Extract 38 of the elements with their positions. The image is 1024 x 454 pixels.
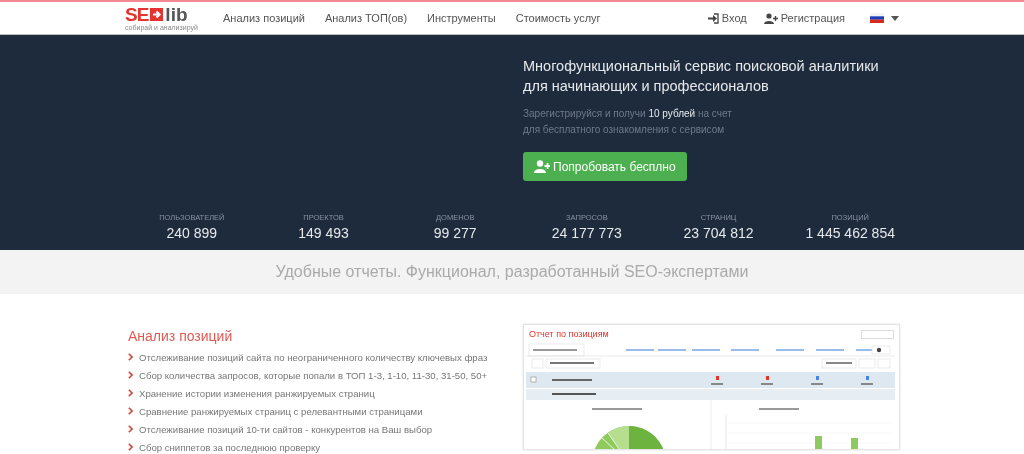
chevron-icon bbox=[128, 371, 133, 379]
hero-subtitle: Зарегистрируйся и получи 10 рублей на счет bbox=[523, 107, 733, 121]
feature-item: Отслеживание позиций сайта по неограниченного количеству ключевых фраз bbox=[139, 351, 488, 363]
logo-mark-icon bbox=[148, 6, 166, 23]
user-plus-icon bbox=[763, 12, 778, 24]
stat-value: 240 899 bbox=[165, 225, 219, 241]
chevron-icon bbox=[128, 389, 133, 397]
login-link[interactable]: Вход bbox=[706, 12, 747, 24]
nav-link[interactable]: Стоимость услуг bbox=[515, 12, 601, 24]
stat-value: 99 277 bbox=[432, 225, 478, 241]
user-plus-icon bbox=[534, 160, 550, 173]
section-heading: Удобные отчеты. Функционал, разработанный SEO-экспертами bbox=[275, 263, 749, 281]
feature-item: Отслеживание позиций 10-ти сайтов - конкурентов на Ваш выбор bbox=[139, 423, 433, 435]
stat-value: 24 177 773 bbox=[550, 225, 623, 241]
nav-link[interactable]: Анализ ТОП(ов) bbox=[324, 12, 408, 24]
hero-subtitle: для бесплатного ознакомления с сервисом bbox=[523, 123, 726, 137]
stat-value: 149 493 bbox=[297, 225, 350, 241]
stat-value: 23 704 812 bbox=[682, 225, 755, 241]
feature-item: Сравнение ранжируемых страниц с релевантными страницами bbox=[139, 405, 423, 417]
nav-link[interactable]: Инструменты bbox=[427, 12, 496, 24]
chevron-icon bbox=[128, 353, 133, 361]
feature-title: Анализ позиций bbox=[128, 328, 234, 344]
stat-value: 1 445 462 854 bbox=[804, 225, 896, 241]
chevron-icon bbox=[128, 425, 133, 433]
chevron-icon bbox=[128, 407, 133, 415]
report-title: Отчет по позициям bbox=[529, 329, 609, 339]
feature-item: Сбор количества запросов, которые попали в ТОП 1-3, 1-10, 11-30, 31-50, 50+ bbox=[139, 369, 488, 381]
feature-item: Сбор сниппетов за последнюю проверку bbox=[139, 441, 321, 453]
caret-icon bbox=[891, 15, 899, 21]
chevron-icon bbox=[128, 443, 133, 451]
login-icon bbox=[706, 12, 719, 24]
feature-item: Хранение истории изменения ранжируемых страниц bbox=[139, 387, 375, 399]
hero-title: Многофункциональный сервис поисковой аналитики для начинающих и профессионалов bbox=[523, 57, 880, 96]
language-dropdown[interactable] bbox=[870, 13, 899, 23]
site-chip bbox=[861, 329, 894, 339]
register-link[interactable]: Регистрация bbox=[763, 12, 845, 24]
russian-flag-icon bbox=[870, 13, 884, 23]
nav-link[interactable]: Анализ позиций bbox=[223, 12, 305, 24]
